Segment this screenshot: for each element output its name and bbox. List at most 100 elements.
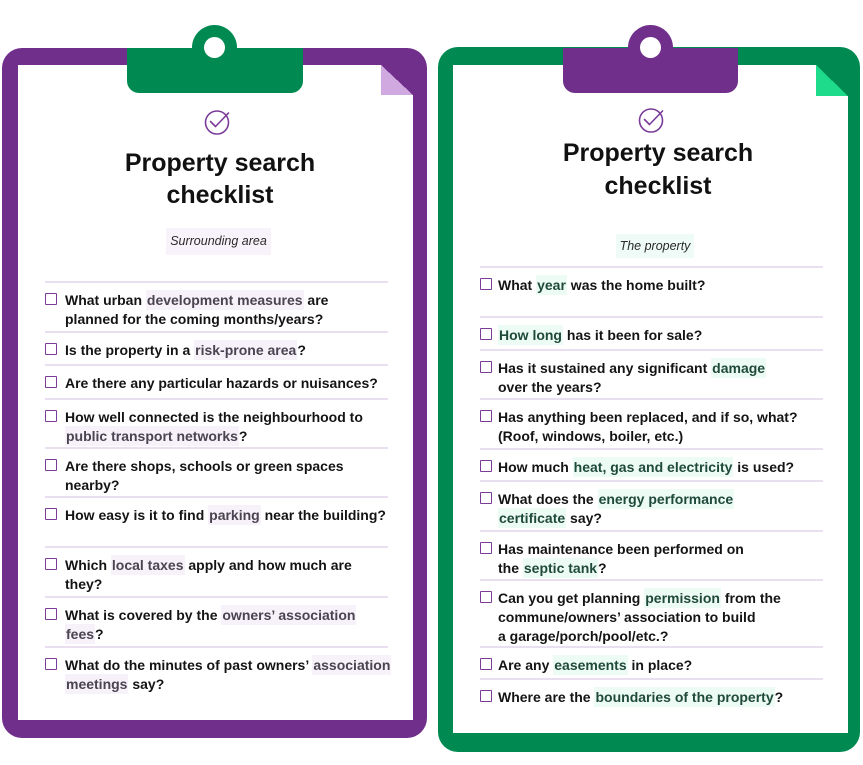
text-line: planned for the coming months/years? (65, 310, 388, 329)
text-segment: ? (95, 626, 104, 642)
page-title: Property search checklist (458, 137, 858, 203)
checkbox[interactable] (480, 361, 492, 373)
text-line: How much heat, gas and electricity is us… (498, 457, 823, 477)
text-segment: Are there any particular hazards or nuis… (65, 375, 378, 391)
text-segment: (Roof, windows, boiler, etc.) (498, 428, 684, 444)
checklist-item[interactable]: How easy is it to find parking near the … (45, 496, 388, 546)
text-segment: What (498, 277, 537, 293)
checklist-item[interactable]: What year was the home built? (480, 266, 823, 316)
text-line: What urban development measures are (65, 290, 388, 310)
checkbox[interactable] (480, 658, 492, 670)
checklist-item-text: Where are the boundaries of the property… (498, 687, 823, 707)
checkbox[interactable] (45, 508, 57, 520)
text-segment: What do the minutes of past owners’ (65, 657, 313, 673)
clip-hole (204, 37, 225, 58)
text-line: What year was the home built? (498, 275, 823, 295)
checklist-item[interactable]: Are any easements in place? (480, 646, 823, 678)
checklist-item-text: How well connected is the neighbourhood … (65, 408, 388, 446)
text-segment: Are there shops, schools or green spaces (65, 458, 344, 474)
text-segment: ? (238, 428, 248, 444)
checklist-item[interactable]: Has maintenance been performed on the sep… (480, 530, 823, 579)
checkbox[interactable] (480, 410, 492, 422)
text-segment: a garage/porch/pool/etc.? (498, 628, 669, 644)
checklist-item[interactable]: Where are the boundaries of the property… (480, 678, 823, 720)
highlighted-term: easements (553, 655, 628, 675)
text-line: over the years? (498, 378, 823, 397)
text-segment: ? (774, 689, 784, 705)
checkbox[interactable] (480, 542, 492, 554)
checkbox[interactable] (480, 278, 492, 290)
text-line: Are there shops, schools or green spaces (65, 457, 388, 476)
checklist-item[interactable]: How long has it been for sale? (480, 316, 823, 349)
text-segment: over the years? (498, 379, 602, 395)
text-line: the septic tank? (498, 558, 823, 578)
section-label: Surrounding area (119, 228, 319, 255)
text-line: How easy is it to find parking near the … (65, 505, 388, 525)
checkbox[interactable] (45, 658, 57, 670)
text-segment: in place? (627, 657, 693, 673)
text-line: Is the property in a risk-prone area? (65, 340, 388, 360)
checkbox[interactable] (480, 460, 492, 472)
checkbox[interactable] (45, 608, 57, 620)
checkbox[interactable] (45, 558, 57, 570)
highlighted-term: owners’ association (221, 605, 357, 625)
text-segment: Has anything been replaced, and if so, w… (498, 409, 798, 425)
text-line: Are there any particular hazards or nuis… (65, 374, 388, 393)
text-segment: is used? (733, 459, 795, 475)
checklist-item[interactable]: Has it sustained any significant damage o… (480, 349, 823, 398)
text-line: commune/owners’ association to build (498, 608, 823, 627)
checklist-item[interactable]: What do the minutes of past owners’ asso… (45, 646, 392, 701)
checkbox[interactable] (45, 410, 57, 422)
section-label-text: The property (615, 234, 695, 258)
checkbox[interactable] (480, 492, 492, 504)
text-line: nearby? (65, 476, 388, 495)
checkbox[interactable] (45, 376, 57, 388)
highlighted-term: boundaries of the property (594, 687, 775, 707)
checklist-item[interactable]: Are there shops, schools or green spaces… (45, 447, 388, 496)
checklist-item[interactable]: Are there any particular hazards or nuis… (45, 364, 388, 398)
text-segment: Where are the (498, 689, 595, 705)
checklist-item[interactable]: Can you get planning permission from the… (480, 579, 823, 646)
checklist-item-text: Has anything been replaced, and if so, w… (498, 408, 823, 446)
highlighted-term: septic tank (522, 558, 599, 578)
checklist-item[interactable]: What urban development measures are plann… (45, 281, 388, 331)
checklist-item-text: How long has it been for sale? (498, 325, 823, 345)
text-segment: near the building? (260, 507, 386, 523)
checkbox[interactable] (480, 591, 492, 603)
checkbox[interactable] (480, 690, 492, 702)
checklist-item-text: Can you get planning permission from the… (498, 588, 823, 646)
highlighted-term: year (536, 275, 567, 295)
title-line: checklist (166, 181, 274, 209)
text-segment: ? (297, 342, 306, 358)
checklist-item[interactable]: What does the energy performance certific… (480, 480, 823, 530)
checklist-item-text: What urban development measures are plann… (65, 290, 388, 329)
checklist-item[interactable]: Is the property in a risk-prone area? (45, 331, 388, 364)
highlighted-term: risk-prone area (194, 340, 298, 360)
checklist-item-text: Has it sustained any significant damage o… (498, 358, 823, 397)
checklist-item-text: Are any easements in place? (498, 655, 823, 675)
checklist-item-text: What is covered by the owners’ associati… (65, 605, 388, 644)
text-line: Has maintenance been performed on (498, 540, 823, 559)
text-line: Has it sustained any significant damage (498, 358, 823, 378)
checkbox[interactable] (45, 459, 57, 471)
text-segment: apply and how much are (184, 557, 352, 573)
page-corner-fold (381, 65, 413, 95)
text-segment: commune/owners’ association to build (498, 609, 756, 625)
highlighted-term: energy performance (597, 489, 735, 509)
text-line: What does the energy performance (498, 489, 823, 509)
text-line: certificate say? (498, 508, 823, 528)
checklist-item[interactable]: How well connected is the neighbourhood … (45, 398, 388, 447)
highlighted-term: public transport networks (65, 426, 239, 446)
highlighted-term: permission (644, 588, 721, 608)
text-segment: How well connected is the neighbourhood … (65, 409, 363, 425)
highlighted-term: development measures (145, 290, 304, 310)
checklist-item[interactable]: Has anything been replaced, and if so, w… (480, 398, 823, 448)
checkbox[interactable] (45, 293, 57, 305)
checklist-item[interactable]: How much heat, gas and electricity is us… (480, 448, 823, 480)
checkbox[interactable] (480, 328, 492, 340)
checklist-item[interactable]: Which local taxes apply and how much are… (45, 546, 388, 596)
text-line: Where are the boundaries of the property… (498, 687, 823, 707)
checklist-item[interactable]: What is covered by the owners’ associati… (45, 596, 388, 646)
checkbox[interactable] (45, 343, 57, 355)
text-segment: Is the property in a (65, 342, 195, 358)
